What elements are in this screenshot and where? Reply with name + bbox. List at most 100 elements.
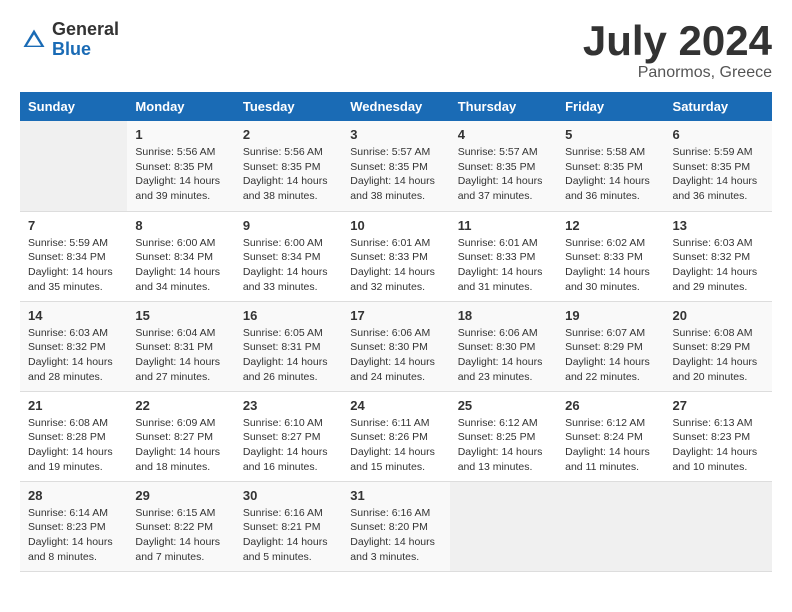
calendar-body: 1 Sunrise: 5:56 AMSunset: 8:35 PMDaylight…	[20, 121, 772, 571]
calendar-cell: 9 Sunrise: 6:00 AMSunset: 8:34 PMDaylight…	[235, 211, 342, 301]
cell-info-text: Sunrise: 6:08 AMSunset: 8:29 PMDaylight:…	[673, 326, 764, 385]
calendar-cell: 7 Sunrise: 5:59 AMSunset: 8:34 PMDaylight…	[20, 211, 127, 301]
calendar-cell: 21 Sunrise: 6:08 AMSunset: 8:28 PMDayligh…	[20, 391, 127, 481]
cell-info-text: Sunrise: 6:10 AMSunset: 8:27 PMDaylight:…	[243, 416, 334, 475]
calendar-cell: 25 Sunrise: 6:12 AMSunset: 8:25 PMDayligh…	[450, 391, 557, 481]
calendar-cell	[665, 481, 772, 571]
logo-blue-text: Blue	[52, 40, 119, 60]
calendar-cell	[450, 481, 557, 571]
calendar-cell: 28Sunrise: 6:14 AMSunset: 8:23 PMDayligh…	[20, 481, 127, 571]
logo-icon	[20, 26, 48, 54]
calendar-cell: 13Sunrise: 6:03 AMSunset: 8:32 PMDayligh…	[665, 211, 772, 301]
date-number: 16	[243, 308, 334, 323]
header-cell-friday: Friday	[557, 92, 664, 121]
date-number: 24	[350, 398, 441, 413]
date-number: 4	[458, 127, 549, 142]
date-number: 25	[458, 398, 549, 413]
cell-info-text: Sunrise: 5:56 AMSunset: 8:35 PMDaylight:…	[243, 145, 334, 204]
cell-info-text: Sunrise: 6:08 AMSunset: 8:28 PMDaylight:…	[28, 416, 119, 475]
date-number: 12	[565, 218, 656, 233]
date-number: 9	[243, 218, 334, 233]
date-number: 26	[565, 398, 656, 413]
cell-info-text: Sunrise: 6:16 AMSunset: 8:21 PMDaylight:…	[243, 506, 334, 565]
date-number: 17	[350, 308, 441, 323]
date-number: 21	[28, 398, 119, 413]
date-number: 1	[135, 127, 226, 142]
date-number: 3	[350, 127, 441, 142]
date-number: 7	[28, 218, 119, 233]
calendar-cell: 27 Sunrise: 6:13 AMSunset: 8:23 PMDayligh…	[665, 391, 772, 481]
calendar-table: SundayMondayTuesdayWednesdayThursdayFrid…	[20, 92, 772, 572]
calendar-cell: 22Sunrise: 6:09 AMSunset: 8:27 PMDayligh…	[127, 391, 234, 481]
date-number: 20	[673, 308, 764, 323]
calendar-cell: 10 Sunrise: 6:01 AMSunset: 8:33 PMDayligh…	[342, 211, 449, 301]
cell-info-text: Sunrise: 5:57 AMSunset: 8:35 PMDaylight:…	[458, 145, 549, 204]
week-row-4: 21 Sunrise: 6:08 AMSunset: 8:28 PMDayligh…	[20, 391, 772, 481]
cell-info-text: Sunrise: 6:12 AMSunset: 8:25 PMDaylight:…	[458, 416, 549, 475]
cell-info-text: Sunrise: 6:09 AMSunset: 8:27 PMDaylight:…	[135, 416, 226, 475]
cell-info-text: Sunrise: 6:06 AMSunset: 8:30 PMDaylight:…	[458, 326, 549, 385]
cell-info-text: Sunrise: 5:56 AMSunset: 8:35 PMDaylight:…	[135, 145, 226, 204]
calendar-cell: 1 Sunrise: 5:56 AMSunset: 8:35 PMDaylight…	[127, 121, 234, 211]
calendar-cell: 11Sunrise: 6:01 AMSunset: 8:33 PMDayligh…	[450, 211, 557, 301]
header-cell-tuesday: Tuesday	[235, 92, 342, 121]
location-subtitle: Panormos, Greece	[583, 64, 772, 82]
calendar-cell: 15Sunrise: 6:04 AMSunset: 8:31 PMDayligh…	[127, 301, 234, 391]
calendar-header: SundayMondayTuesdayWednesdayThursdayFrid…	[20, 92, 772, 121]
week-row-1: 1 Sunrise: 5:56 AMSunset: 8:35 PMDaylight…	[20, 121, 772, 211]
calendar-cell: 30 Sunrise: 6:16 AMSunset: 8:21 PMDayligh…	[235, 481, 342, 571]
header-cell-monday: Monday	[127, 92, 234, 121]
header-cell-sunday: Sunday	[20, 92, 127, 121]
date-number: 10	[350, 218, 441, 233]
cell-info-text: Sunrise: 6:13 AMSunset: 8:23 PMDaylight:…	[673, 416, 764, 475]
calendar-cell: 20 Sunrise: 6:08 AMSunset: 8:29 PMDayligh…	[665, 301, 772, 391]
calendar-cell: 5 Sunrise: 5:58 AMSunset: 8:35 PMDaylight…	[557, 121, 664, 211]
cell-info-text: Sunrise: 6:02 AMSunset: 8:33 PMDaylight:…	[565, 236, 656, 295]
logo: General Blue	[20, 20, 119, 60]
cell-info-text: Sunrise: 6:00 AMSunset: 8:34 PMDaylight:…	[135, 236, 226, 295]
cell-info-text: Sunrise: 6:01 AMSunset: 8:33 PMDaylight:…	[350, 236, 441, 295]
calendar-cell: 29Sunrise: 6:15 AMSunset: 8:22 PMDayligh…	[127, 481, 234, 571]
header-cell-wednesday: Wednesday	[342, 92, 449, 121]
logo-text: General Blue	[52, 20, 119, 60]
date-number: 29	[135, 488, 226, 503]
calendar-cell: 24 Sunrise: 6:11 AMSunset: 8:26 PMDayligh…	[342, 391, 449, 481]
header-row: SundayMondayTuesdayWednesdayThursdayFrid…	[20, 92, 772, 121]
week-row-3: 14Sunrise: 6:03 AMSunset: 8:32 PMDayligh…	[20, 301, 772, 391]
calendar-cell: 3Sunrise: 5:57 AMSunset: 8:35 PMDaylight…	[342, 121, 449, 211]
cell-info-text: Sunrise: 6:04 AMSunset: 8:31 PMDaylight:…	[135, 326, 226, 385]
date-number: 18	[458, 308, 549, 323]
calendar-cell: 2 Sunrise: 5:56 AMSunset: 8:35 PMDaylight…	[235, 121, 342, 211]
calendar-cell: 6 Sunrise: 5:59 AMSunset: 8:35 PMDaylight…	[665, 121, 772, 211]
date-number: 11	[458, 218, 549, 233]
calendar-cell: 18 Sunrise: 6:06 AMSunset: 8:30 PMDayligh…	[450, 301, 557, 391]
date-number: 30	[243, 488, 334, 503]
calendar-cell: 4 Sunrise: 5:57 AMSunset: 8:35 PMDaylight…	[450, 121, 557, 211]
cell-info-text: Sunrise: 6:06 AMSunset: 8:30 PMDaylight:…	[350, 326, 441, 385]
week-row-2: 7 Sunrise: 5:59 AMSunset: 8:34 PMDaylight…	[20, 211, 772, 301]
cell-info-text: Sunrise: 6:03 AMSunset: 8:32 PMDaylight:…	[28, 326, 119, 385]
calendar-cell: 16Sunrise: 6:05 AMSunset: 8:31 PMDayligh…	[235, 301, 342, 391]
header-cell-saturday: Saturday	[665, 92, 772, 121]
title-area: July 2024 Panormos, Greece	[583, 20, 772, 82]
date-number: 27	[673, 398, 764, 413]
cell-info-text: Sunrise: 5:58 AMSunset: 8:35 PMDaylight:…	[565, 145, 656, 204]
date-number: 2	[243, 127, 334, 142]
calendar-cell: 19Sunrise: 6:07 AMSunset: 8:29 PMDayligh…	[557, 301, 664, 391]
cell-info-text: Sunrise: 5:59 AMSunset: 8:35 PMDaylight:…	[673, 145, 764, 204]
calendar-cell	[557, 481, 664, 571]
calendar-cell: 8 Sunrise: 6:00 AMSunset: 8:34 PMDaylight…	[127, 211, 234, 301]
date-number: 6	[673, 127, 764, 142]
calendar-cell: 23Sunrise: 6:10 AMSunset: 8:27 PMDayligh…	[235, 391, 342, 481]
date-number: 8	[135, 218, 226, 233]
calendar-cell: 31Sunrise: 6:16 AMSunset: 8:20 PMDayligh…	[342, 481, 449, 571]
month-year-title: July 2024	[583, 20, 772, 62]
cell-info-text: Sunrise: 5:59 AMSunset: 8:34 PMDaylight:…	[28, 236, 119, 295]
calendar-cell: 26Sunrise: 6:12 AMSunset: 8:24 PMDayligh…	[557, 391, 664, 481]
cell-info-text: Sunrise: 6:11 AMSunset: 8:26 PMDaylight:…	[350, 416, 441, 475]
date-number: 5	[565, 127, 656, 142]
cell-info-text: Sunrise: 6:00 AMSunset: 8:34 PMDaylight:…	[243, 236, 334, 295]
cell-info-text: Sunrise: 6:03 AMSunset: 8:32 PMDaylight:…	[673, 236, 764, 295]
date-number: 31	[350, 488, 441, 503]
date-number: 28	[28, 488, 119, 503]
